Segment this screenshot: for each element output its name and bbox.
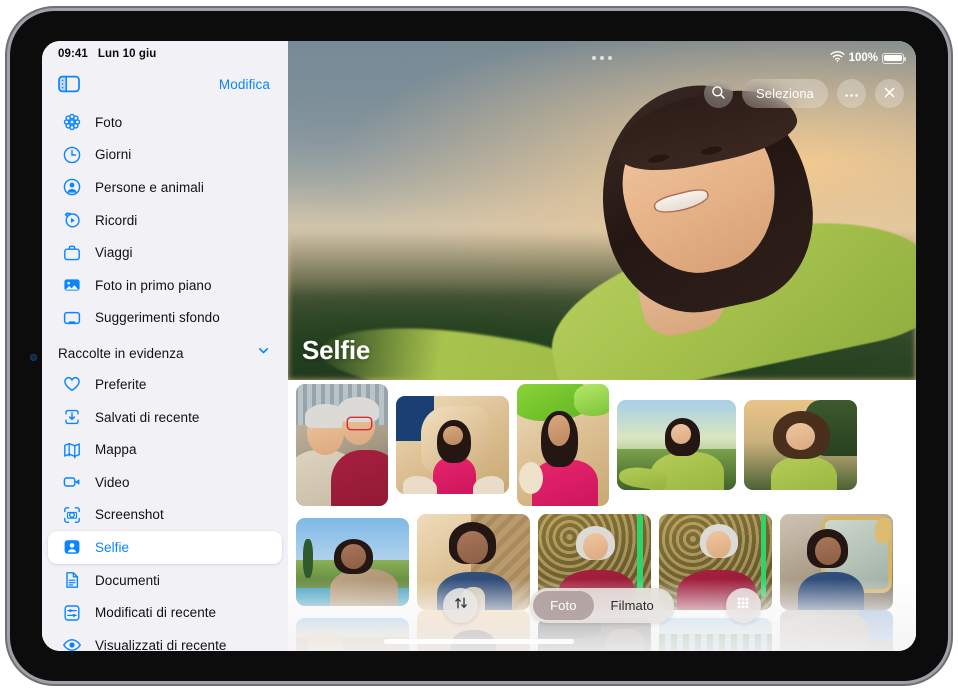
person-circle-icon bbox=[62, 177, 82, 197]
content-pane: 100% Seleziona bbox=[288, 41, 916, 651]
battery-icon bbox=[882, 53, 904, 64]
hero-banner[interactable]: 100% Seleziona bbox=[288, 41, 916, 380]
sidebar-section-title: Raccolte in evidenza bbox=[58, 346, 184, 361]
select-button[interactable]: Seleziona bbox=[742, 79, 828, 108]
close-icon bbox=[883, 86, 896, 102]
sidebar-header: Modifica bbox=[42, 67, 288, 101]
suitcase-icon bbox=[62, 243, 82, 263]
sidebar-item-mappa[interactable]: Mappa bbox=[48, 433, 282, 466]
sidebar-section-raccolte-in-evidenza[interactable]: Raccolte in evidenza bbox=[42, 338, 288, 368]
sidebar-item-label: Foto bbox=[95, 115, 122, 130]
battery-percent-label: 100% bbox=[849, 52, 878, 64]
photo-woman-green-field[interactable] bbox=[617, 400, 736, 490]
sort-arrows-icon bbox=[453, 595, 469, 616]
sidebar-item-label: Salvati di recente bbox=[95, 410, 199, 425]
ipad-device-frame: 09:41 Lun 10 giu Modifica bbox=[10, 11, 948, 681]
sidebar-item-persone-e-animali[interactable]: Persone e animali bbox=[48, 171, 282, 204]
photo-cactus-sky[interactable] bbox=[659, 618, 772, 651]
memories-play-icon bbox=[62, 210, 82, 230]
sidebar-item-label: Mappa bbox=[95, 442, 137, 457]
selfie-person-icon bbox=[62, 537, 82, 557]
sidebar-item-salvati-di-recente[interactable]: Salvati di recente bbox=[48, 401, 282, 434]
sidebar-item-label: Preferite bbox=[95, 377, 146, 392]
segment-filmato[interactable]: Filmato bbox=[594, 591, 671, 620]
sidebar-toggle-icon[interactable] bbox=[58, 75, 80, 93]
photo-man-mirror-interior[interactable] bbox=[780, 514, 893, 610]
photo-woman-canyon[interactable] bbox=[396, 396, 509, 494]
wifi-icon bbox=[830, 51, 845, 65]
sidebar-item-label: Suggerimenti sfondo bbox=[95, 310, 220, 325]
video-camera-icon bbox=[62, 472, 82, 492]
sidebar-item-label: Foto in primo piano bbox=[95, 278, 212, 293]
front-camera-dot bbox=[30, 354, 37, 361]
hero-toolbar: Seleziona bbox=[704, 79, 904, 108]
more-options-button[interactable] bbox=[837, 79, 866, 108]
sidebar-item-label: Modificati di recente bbox=[95, 605, 216, 620]
flower-icon bbox=[62, 112, 82, 132]
map-icon bbox=[62, 440, 82, 460]
sidebar-item-screenshot[interactable]: Screenshot bbox=[48, 499, 282, 532]
sidebar-item-label: Visualizzati di recente bbox=[95, 638, 226, 651]
hero-top-bar bbox=[288, 41, 916, 75]
sidebar-item-suggerimenti-sfondo[interactable]: Suggerimenti sfondo bbox=[48, 302, 282, 335]
close-button[interactable] bbox=[875, 79, 904, 108]
sidebar-item-label: Video bbox=[95, 475, 130, 490]
photo-grid-row bbox=[288, 384, 916, 506]
search-icon bbox=[711, 85, 726, 103]
sidebar-item-documenti[interactable]: Documenti bbox=[48, 564, 282, 597]
photo-woman-green-umbrella[interactable] bbox=[517, 384, 609, 506]
sidebar-item-visualizzati-di-recente[interactable]: Visualizzati di recente bbox=[48, 629, 282, 651]
sidebar-item-label: Selfie bbox=[95, 540, 129, 555]
screenshot-icon bbox=[62, 505, 82, 525]
grid-icon bbox=[735, 595, 751, 616]
page-title: Selfie bbox=[302, 335, 370, 366]
photo-icon bbox=[62, 275, 82, 295]
ipad-screen: 09:41 Lun 10 giu Modifica bbox=[42, 41, 916, 651]
segment-foto[interactable]: Foto bbox=[533, 591, 593, 620]
sidebar-item-label: Documenti bbox=[95, 573, 160, 588]
sidebar-item-foto[interactable]: Foto bbox=[48, 106, 282, 139]
sidebar-item-label: Ricordi bbox=[95, 213, 137, 228]
multitask-handle-icon[interactable] bbox=[592, 56, 612, 60]
eye-icon bbox=[62, 635, 82, 651]
sidebar-item-video[interactable]: Video bbox=[48, 466, 282, 499]
sidebar-item-label: Giorni bbox=[95, 147, 131, 162]
status-time: 09:41 bbox=[58, 48, 88, 60]
wallpaper-icon bbox=[62, 308, 82, 328]
photo-elderly-couple[interactable] bbox=[296, 384, 388, 506]
sidebar-scroll-area[interactable]: Foto Giorni bbox=[42, 101, 288, 651]
sidebar-item-label: Viaggi bbox=[95, 245, 133, 260]
status-date: Lun 10 giu bbox=[98, 48, 157, 60]
grid-zoom-button[interactable] bbox=[726, 588, 761, 623]
document-icon bbox=[62, 570, 82, 590]
photo-man-pool[interactable] bbox=[296, 518, 409, 606]
sidebar-item-label: Screenshot bbox=[95, 507, 164, 522]
status-bar-right: 100% bbox=[830, 41, 904, 75]
chevron-down-icon[interactable] bbox=[257, 344, 270, 362]
sidebar-item-giorni[interactable]: Giorni bbox=[48, 139, 282, 172]
sidebar-item-ricordi[interactable]: Ricordi bbox=[48, 204, 282, 237]
sidebar-item-viaggi[interactable]: Viaggi bbox=[48, 236, 282, 269]
sidebar-item-label: Persone e animali bbox=[95, 180, 204, 195]
sidebar-item-preferite[interactable]: Preferite bbox=[48, 368, 282, 401]
photo-rock-formation[interactable] bbox=[780, 610, 893, 651]
download-icon bbox=[62, 407, 82, 427]
sort-button[interactable] bbox=[443, 588, 478, 623]
photo-desert-rocks[interactable] bbox=[296, 618, 409, 651]
heart-icon bbox=[62, 374, 82, 394]
sidebar-item-modificati-di-recente[interactable]: Modificati di recente bbox=[48, 596, 282, 629]
sliders-doc-icon bbox=[62, 603, 82, 623]
sidebar: 09:41 Lun 10 giu Modifica bbox=[42, 41, 288, 651]
photo-curly-hair-sunset[interactable] bbox=[744, 400, 857, 490]
clock-icon bbox=[62, 145, 82, 165]
search-button[interactable] bbox=[704, 79, 733, 108]
edit-button[interactable]: Modifica bbox=[219, 77, 270, 92]
photo-grid[interactable]: Foto Filmato bbox=[288, 380, 916, 651]
sidebar-item-foto-in-primo-piano[interactable]: Foto in primo piano bbox=[48, 269, 282, 302]
media-type-segmented-control[interactable]: Foto Filmato bbox=[530, 588, 674, 623]
status-bar-left: 09:41 Lun 10 giu bbox=[42, 41, 288, 67]
home-indicator[interactable] bbox=[384, 639, 574, 644]
sidebar-item-selfie[interactable]: Selfie bbox=[48, 531, 282, 564]
ellipsis-icon bbox=[844, 86, 859, 101]
